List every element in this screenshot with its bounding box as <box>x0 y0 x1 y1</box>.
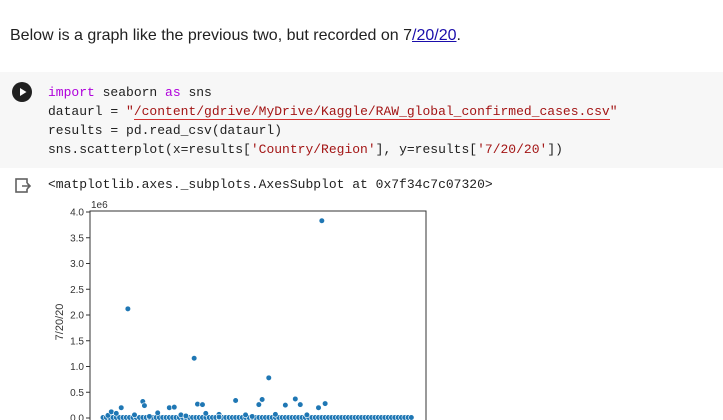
scatter-point <box>315 404 322 411</box>
y-tick-label: 4.0 <box>70 208 84 219</box>
scatter-point <box>292 395 299 403</box>
y-tick-label: 0.5 <box>70 388 84 399</box>
markdown-suffix: . <box>456 27 461 44</box>
code-line-3: results = pd.read_csv(dataurl) <box>48 123 283 138</box>
code-line-4-part-b: ], y=results[ <box>375 142 478 157</box>
module-name: seaborn <box>94 85 166 100</box>
scatter-point <box>141 402 148 409</box>
scatter-point <box>215 413 223 420</box>
scatter-point <box>272 411 279 418</box>
code-editor[interactable]: import seaborn as sns dataurl = "/conten… <box>48 83 618 159</box>
scatter-point <box>318 217 325 224</box>
scatter-point <box>259 396 266 403</box>
y-tick-label: 0.0 <box>70 414 84 420</box>
play-icon <box>20 88 27 96</box>
scatter-point <box>124 305 131 312</box>
scatter-point <box>131 411 138 419</box>
scatter-point <box>255 401 262 408</box>
scatter-point <box>154 409 161 416</box>
scatter-point <box>113 410 120 417</box>
assign-lhs: dataurl = <box>48 104 127 119</box>
markdown-prefix: Below is a graph like the previous two, … <box>10 27 413 44</box>
scatter-point <box>177 411 185 419</box>
scatter-point <box>118 404 125 411</box>
scatter-point <box>182 412 189 420</box>
scatter-point <box>171 404 178 411</box>
axes-frame <box>89 210 427 420</box>
run-cell-button[interactable] <box>12 82 32 102</box>
string-country-region: 'Country/Region' <box>250 142 376 157</box>
code-line-1: import seaborn as sns <box>48 85 212 100</box>
scatter-point <box>322 400 329 407</box>
date-link[interactable]: /20/20 <box>412 27 456 44</box>
scatter-point <box>249 413 256 420</box>
keyword-import: import <box>48 85 95 100</box>
code-line-4-part-c: ]) <box>547 142 563 157</box>
scatter-point <box>282 402 289 409</box>
scatter-point <box>199 401 206 408</box>
y-tick-label: 2.0 <box>70 311 84 322</box>
markdown-text: Below is a graph like the previous two, … <box>10 27 461 45</box>
scatter-point <box>242 411 249 419</box>
scatter-point <box>408 414 415 420</box>
keyword-as: as <box>165 85 181 100</box>
code-cell[interactable]: import seaborn as sns dataurl = "/conten… <box>0 72 723 168</box>
scatter-point <box>232 397 239 404</box>
y-tick-label: 3.5 <box>70 233 84 244</box>
scatter-point <box>191 355 198 362</box>
string-quote-close: " <box>609 104 618 119</box>
code-line-4: sns.scatterplot(x=results['Country/Regio… <box>48 142 563 157</box>
output-icon[interactable] <box>14 177 32 195</box>
scatter-point <box>303 411 311 419</box>
string-date-column: '7/20/20' <box>477 142 548 157</box>
string-quote-open: " <box>126 104 134 119</box>
scatter-plot: 7/20/20 1e6 0.0 0.5 1.0 1.5 2.0 2.5 3.0 3.5 4.0 <box>54 200 427 420</box>
module-alias: sns <box>180 85 212 100</box>
scatter-point <box>202 410 209 417</box>
scatter-point <box>146 413 153 420</box>
output-repr: <matplotlib.axes._subplots.AxesSubplot a… <box>48 177 493 192</box>
y-tick-label: 1.5 <box>70 336 84 347</box>
scatter-point <box>297 401 304 408</box>
code-line-2: dataurl = "/content/gdrive/MyDrive/Kaggl… <box>48 104 618 120</box>
scatter-point <box>265 374 272 381</box>
y-tick-label: 1.0 <box>70 362 84 373</box>
y-multiplier: 1e6 <box>91 200 108 211</box>
string-path: /content/gdrive/MyDrive/Kaggle/RAW_globa… <box>133 104 610 120</box>
scatter-points <box>99 217 415 420</box>
y-ticks: 0.0 0.5 1.0 1.5 2.0 2.5 3.0 3.5 4.0 <box>70 208 90 420</box>
y-tick-label: 2.5 <box>70 285 84 296</box>
y-axis-label: 7/20/20 <box>54 304 66 341</box>
code-line-4-part-a: sns.scatterplot(x=results[ <box>48 142 251 157</box>
y-tick-label: 3.0 <box>70 259 84 270</box>
